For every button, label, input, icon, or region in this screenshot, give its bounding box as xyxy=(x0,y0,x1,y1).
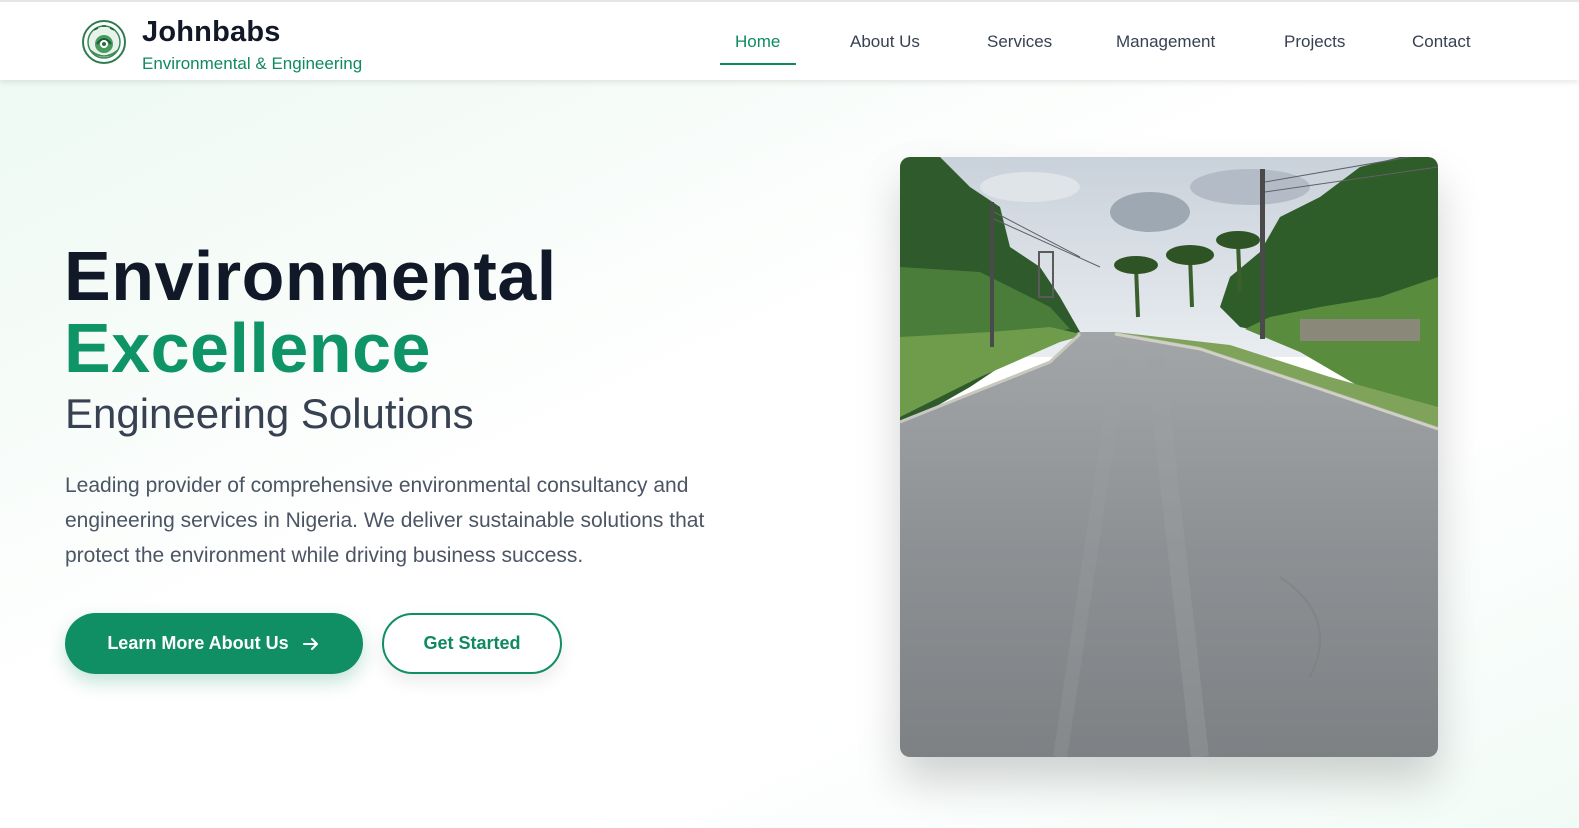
site-header: Johnbabs Environmental & Engineering Hom… xyxy=(0,0,1579,80)
nav-home[interactable]: Home xyxy=(735,32,780,52)
brand-tagline: Environmental & Engineering xyxy=(142,54,363,73)
active-nav-indicator xyxy=(720,63,796,65)
hero-road-image xyxy=(900,157,1438,757)
nav-services[interactable]: Services xyxy=(987,32,1052,52)
arrow-right-icon xyxy=(301,634,321,654)
learn-more-button[interactable]: Learn More About Us xyxy=(65,613,363,674)
hero-title-line1: Environmental xyxy=(64,237,557,315)
nav-projects[interactable]: Projects xyxy=(1284,32,1345,52)
get-started-button[interactable]: Get Started xyxy=(382,613,562,674)
get-started-label: Get Started xyxy=(423,633,521,653)
learn-more-label: Learn More About Us xyxy=(107,633,289,653)
nav-management[interactable]: Management xyxy=(1116,32,1215,52)
hero-title-line2: Excellence xyxy=(64,309,431,387)
nav-about-us[interactable]: About Us xyxy=(850,32,920,52)
hero-subtitle: Engineering Solutions xyxy=(65,390,474,437)
hero-description: Leading provider of comprehensive enviro… xyxy=(65,474,705,567)
brand-name[interactable]: Johnbabs xyxy=(142,16,281,49)
nav-contact[interactable]: Contact xyxy=(1412,32,1471,52)
page: Johnbabs Environmental & Engineering Hom… xyxy=(0,0,1579,828)
company-logo[interactable] xyxy=(82,20,126,64)
